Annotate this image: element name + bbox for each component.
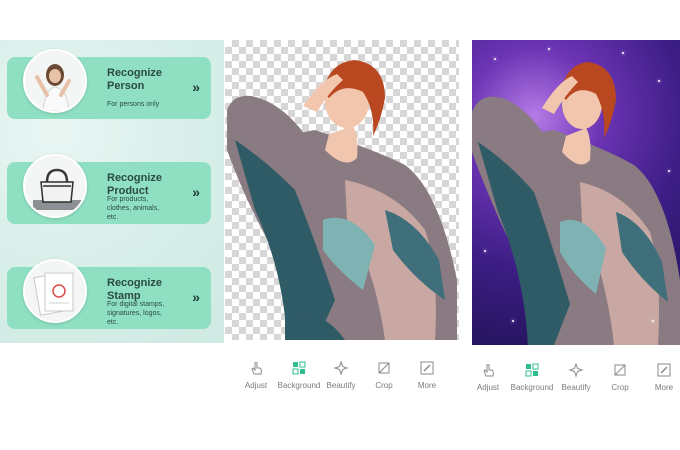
recognize-product-card[interactable]: Recognize Product For products, clothes, a… xyxy=(7,154,211,224)
crop-icon xyxy=(614,364,626,376)
more-tool[interactable]: More xyxy=(642,362,680,392)
tool-label: Crop xyxy=(375,381,393,390)
tool-label: Crop xyxy=(611,383,629,392)
tool-label: More xyxy=(417,381,437,390)
tool-label: Beautify xyxy=(561,383,591,392)
edit-icon xyxy=(657,363,671,377)
star xyxy=(668,170,670,172)
tool-label: Adjust xyxy=(476,383,500,392)
star xyxy=(494,58,496,60)
background-icon xyxy=(292,361,306,375)
app-screens: Recognize Person For persons only » Recog… xyxy=(0,0,680,450)
sparkle-icon xyxy=(333,360,349,376)
woman-cutout-image xyxy=(227,60,457,340)
crop-tool[interactable]: Crop xyxy=(362,360,406,390)
star xyxy=(652,320,654,322)
more-tool[interactable]: More xyxy=(405,360,449,390)
woman-composite-image xyxy=(472,62,680,345)
recognize-stamp-card[interactable]: Recognize Stamp For digital stamps, signat… xyxy=(7,259,211,329)
tool-label: More xyxy=(654,383,674,392)
beautify-tool[interactable]: Beautify xyxy=(554,362,598,392)
crop-tool[interactable]: Crop xyxy=(598,362,642,392)
background-icon xyxy=(525,363,539,377)
recognize-options-panel: Recognize Person For persons only » Recog… xyxy=(0,40,224,343)
woman-portrait-icon xyxy=(23,49,87,113)
hand-pointer-icon xyxy=(483,364,494,377)
sparkle-icon xyxy=(568,362,584,378)
card-subtitle: For digital stamps, signatures, logos, etc… xyxy=(107,301,165,326)
chevron-right-icon: » xyxy=(192,184,200,200)
star xyxy=(512,320,514,322)
adjust-tool[interactable]: Adjust xyxy=(466,362,510,392)
hand-pointer-icon xyxy=(251,362,262,375)
crop-icon xyxy=(378,362,390,374)
tool-label: Beautify xyxy=(326,381,356,390)
stamp-paper-icon xyxy=(23,259,87,323)
tool-label: Background xyxy=(510,383,554,392)
card-subtitle: For persons only xyxy=(107,101,160,108)
star xyxy=(484,250,486,252)
star xyxy=(622,52,624,54)
recognize-person-card[interactable]: Recognize Person For persons only » xyxy=(7,49,211,119)
adjust-tool[interactable]: Adjust xyxy=(234,360,278,390)
handbag-icon xyxy=(23,154,87,218)
star xyxy=(548,48,550,50)
galaxy-background-result[interactable] xyxy=(472,40,680,345)
star xyxy=(658,80,660,82)
tool-label: Adjust xyxy=(244,381,268,390)
edit-icon xyxy=(420,361,434,375)
chevron-right-icon: » xyxy=(192,289,200,305)
card-title: Recognize Person xyxy=(107,67,163,92)
background-tool[interactable]: Background xyxy=(277,360,321,390)
chevron-right-icon: » xyxy=(192,79,200,95)
card-subtitle: For products, clothes, animals, etc. xyxy=(107,196,160,221)
transparent-cutout-canvas[interactable] xyxy=(225,40,459,340)
background-tool[interactable]: Background xyxy=(510,362,554,392)
beautify-tool[interactable]: Beautify xyxy=(319,360,363,390)
tool-label: Background xyxy=(277,381,321,390)
